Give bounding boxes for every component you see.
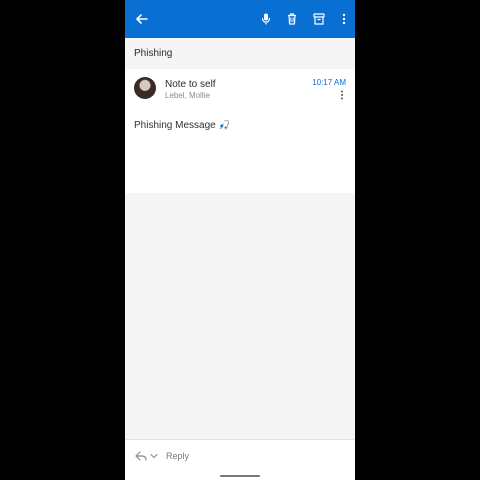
message-more-button[interactable] (338, 89, 346, 101)
archive-icon (313, 13, 325, 25)
archive-button[interactable] (311, 11, 327, 27)
voice-button[interactable] (258, 11, 274, 27)
message-body: Phishing Message 🎣 (134, 120, 230, 131)
delete-button[interactable] (284, 11, 300, 27)
more-options-button[interactable] (336, 11, 352, 27)
reply-bar: Reply (125, 439, 355, 480)
reply-icon (135, 451, 147, 461)
message-card[interactable]: Note to self Lebel, Mollie 10:17 AM Phis… (125, 69, 355, 193)
subject-title: Phishing (134, 48, 173, 59)
microphone-icon (261, 13, 271, 25)
email-view: Phishing Note to self Lebel, Mollie 10:1… (125, 0, 355, 480)
message-time: 10:17 AM (312, 78, 346, 87)
avatar[interactable] (134, 77, 156, 99)
recipient-list: Lebel, Mollie (165, 91, 210, 100)
chevron-down-icon (150, 453, 158, 459)
more-vertical-icon (341, 90, 343, 100)
arrow-left-icon (136, 14, 148, 24)
sender-name: Note to self (165, 79, 216, 90)
message-text: Phishing Message (134, 120, 216, 131)
app-bar (125, 0, 355, 38)
reply-options-button[interactable] (135, 450, 159, 462)
trash-icon (288, 13, 296, 25)
subject-header: Phishing (125, 38, 355, 69)
reply-button[interactable]: Reply (166, 451, 189, 461)
more-vertical-icon (342, 13, 346, 25)
home-indicator (220, 475, 260, 477)
back-button[interactable] (134, 11, 150, 27)
fishing-pole-icon: 🎣 (218, 120, 230, 130)
